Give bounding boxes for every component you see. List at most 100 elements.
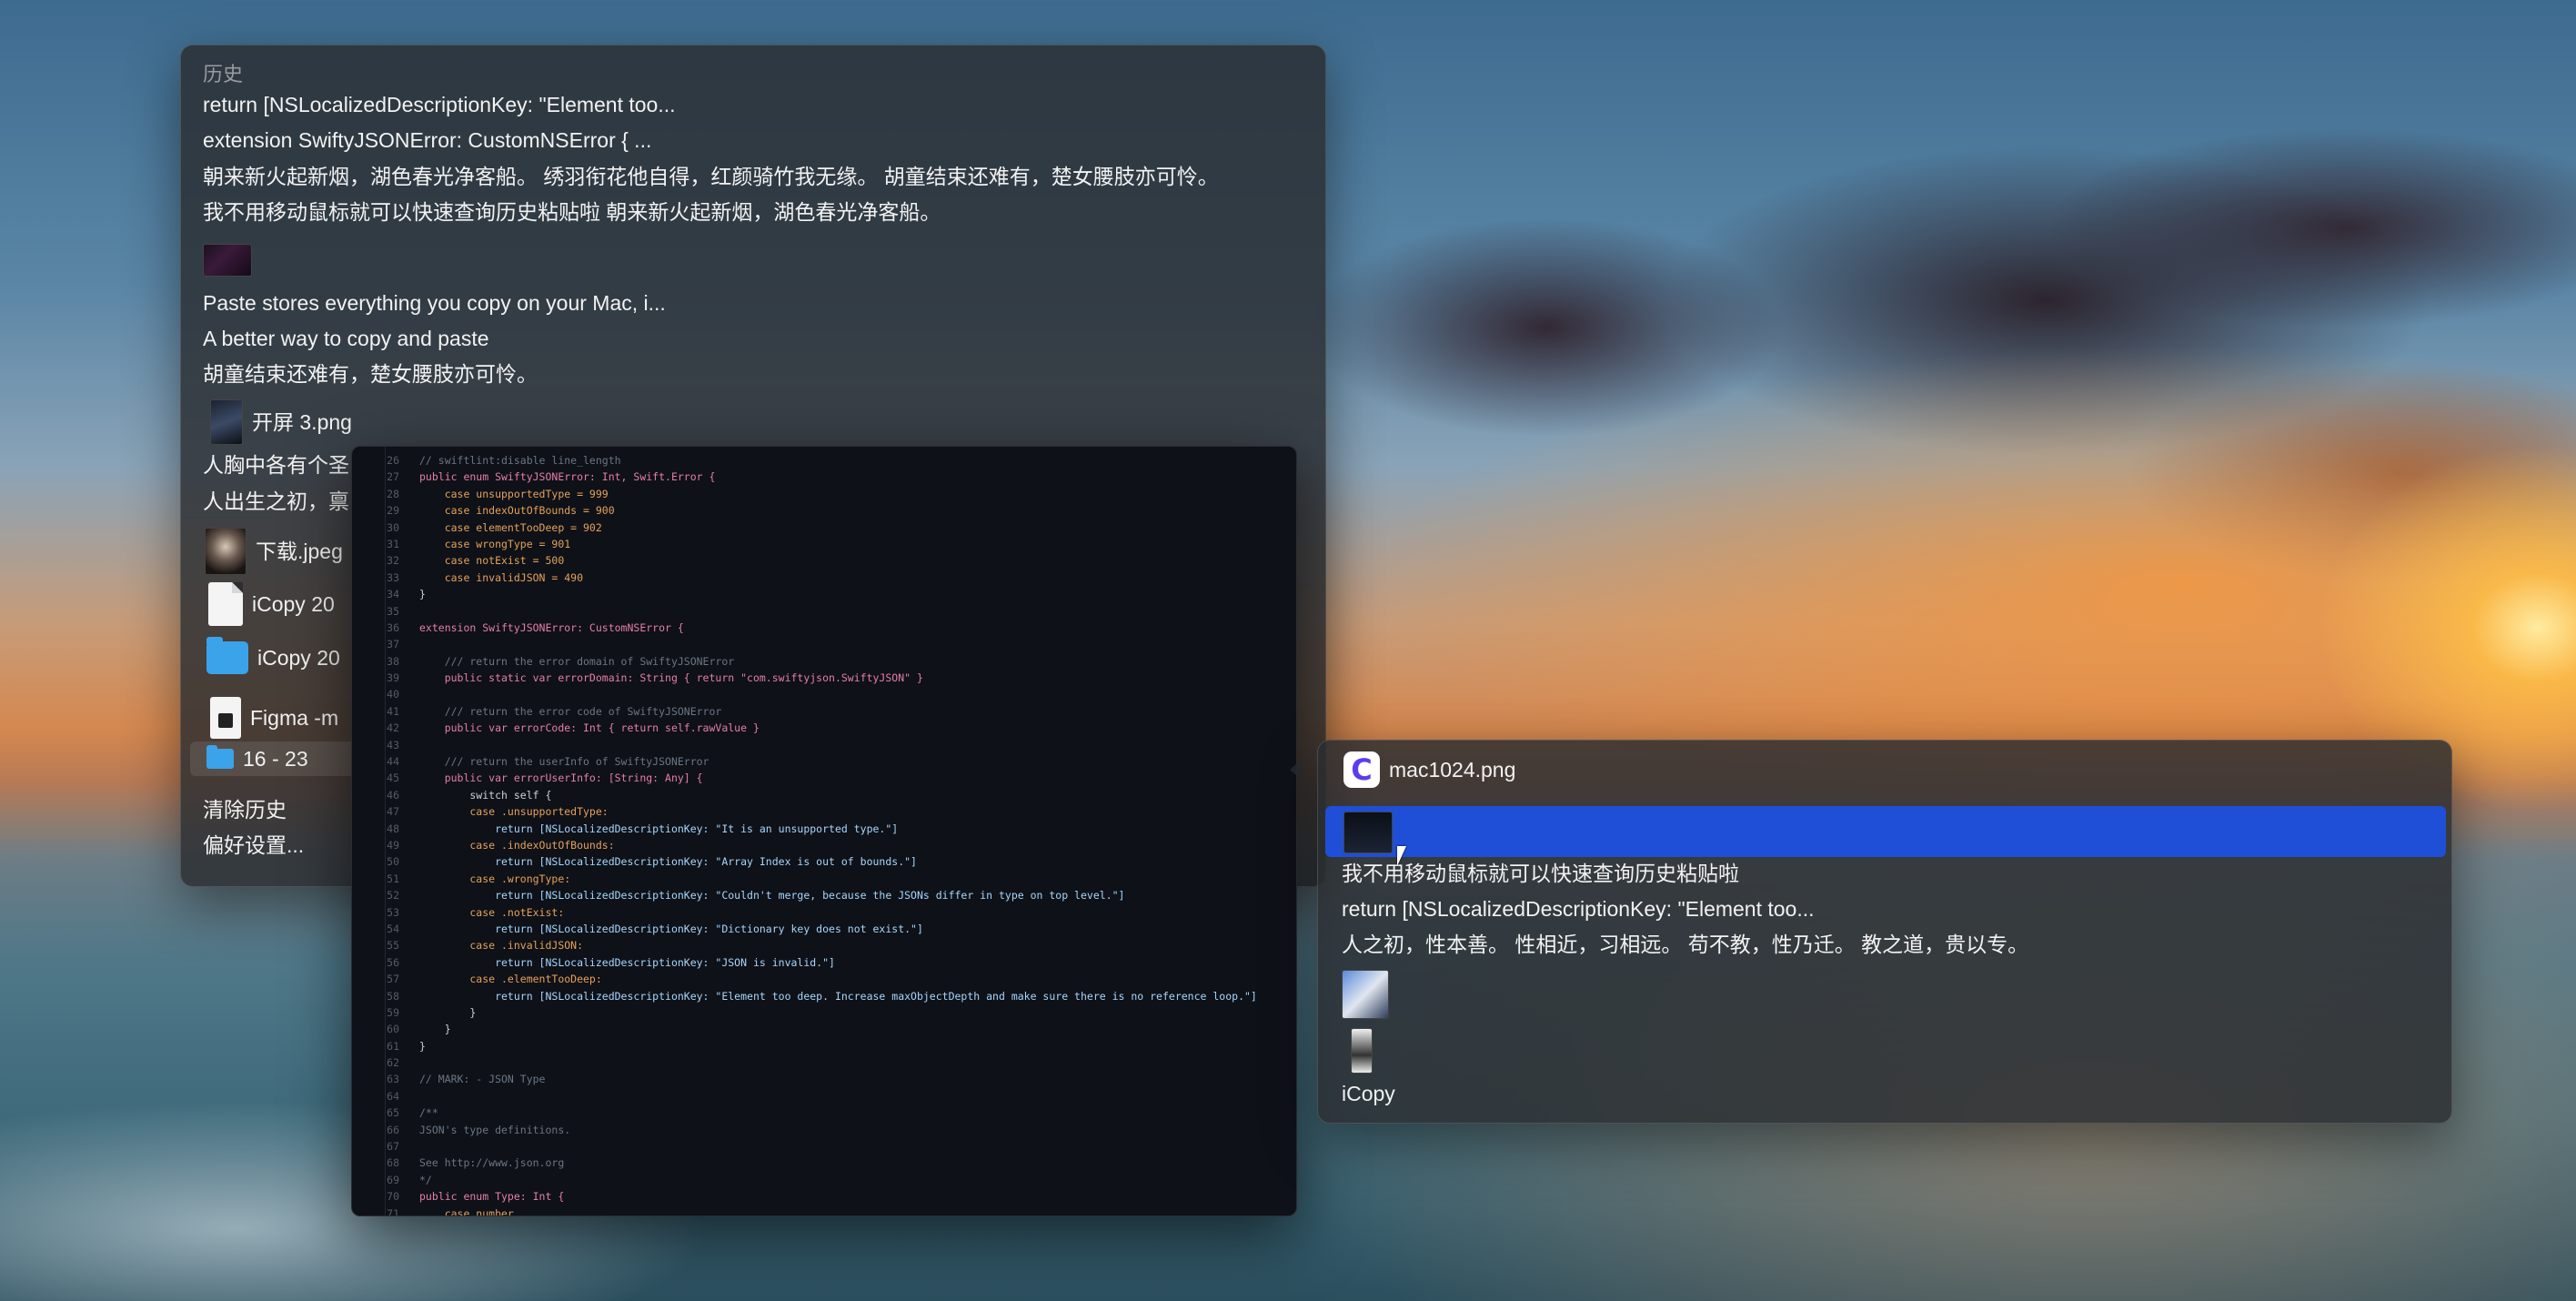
submenu-arrow [1290, 759, 1303, 781]
code-text: case .invalidJSON: [419, 939, 584, 953]
clear-history-button[interactable]: 清除历史 [203, 796, 287, 823]
line-number: 39 [387, 671, 399, 685]
line-number: 65 [387, 1106, 399, 1120]
recent-item[interactable]: 人之初，性本善。 性相近，习相远。 苟不教，性乃迁。 教之道，贵以专。 [1342, 931, 2028, 958]
code-line: 48 return [NSLocalizedDescriptionKey: "I… [352, 821, 1296, 837]
code-line: 36 extension SwiftyJSONError: CustomNSErr… [352, 620, 1296, 636]
history-item[interactable]: 我不用移动鼠标就可以快速查询历史粘贴啦 朝来新火起新烟，湖色春光净客船。 [203, 198, 941, 226]
code-line: 68 See http://www.json.org [352, 1155, 1296, 1171]
recent-items-submenu: C mac1024.png 我不用移动鼠标就可以快速查询历史粘贴啦 return… [1317, 740, 2452, 1124]
history-item[interactable]: extension SwiftyJSONError: CustomNSError… [203, 126, 651, 154]
code-line: 39 public static var errorDomain: String… [352, 670, 1296, 686]
line-number: 53 [387, 905, 399, 919]
history-item-file[interactable]: 开屏 3.png [210, 399, 352, 445]
line-number: 45 [387, 772, 399, 785]
code-line: 53 case .notExist: [352, 904, 1296, 921]
recent-item-image[interactable] [1351, 1028, 1373, 1074]
code-line: 26 // swiftlint:disable line_length [352, 452, 1296, 469]
image-thumbnail [1351, 1028, 1373, 1074]
line-number: 40 [387, 688, 399, 701]
history-item-file[interactable]: 下载.jpeg [205, 528, 343, 575]
recent-item[interactable]: return [NSLocalizedDescriptionKey: "Elem… [1342, 895, 1815, 923]
code-line: 57 case .elementTooDeep: [352, 971, 1296, 987]
line-number: 47 [387, 805, 399, 819]
icopy-app-icon: C [1343, 751, 1380, 788]
code-line: 31 case wrongType = 901 [352, 536, 1296, 552]
folder-icon [206, 745, 234, 769]
code-lines: 26 // swiftlint:disable line_length 27 publ… [352, 452, 1296, 1216]
code-line: 47 case .unsupportedType: [352, 803, 1296, 820]
code-text: public enum SwiftyJSONError: Int, Swift.… [419, 470, 716, 484]
line-number: 70 [387, 1190, 399, 1204]
history-item-file[interactable]: Figma -m [210, 697, 338, 739]
code-line: 69 */ [352, 1172, 1296, 1188]
code-text: return [NSLocalizedDescriptionKey: "Elem… [419, 989, 1257, 1003]
code-text: case wrongType = 901 [419, 537, 571, 550]
code-text: public var errorCode: Int { return self.… [419, 721, 760, 735]
line-number: 62 [387, 1056, 399, 1070]
recent-item-image[interactable] [1342, 970, 1389, 1019]
history-item[interactable]: Paste stores everything you copy on your… [203, 289, 666, 317]
code-line: 46 switch self { [352, 787, 1296, 803]
image-thumbnail [205, 528, 247, 575]
line-number: 56 [387, 955, 399, 969]
history-item-image[interactable] [203, 244, 252, 277]
recent-item[interactable]: iCopy [1342, 1080, 1395, 1107]
history-item[interactable]: 朝来新火起新烟，湖色春光净客船。 绣羽衔花他自得，红颜骑竹我无缘。 胡童结束还难… [203, 163, 1219, 190]
line-number: 26 [387, 454, 399, 467]
history-item[interactable]: 胡童结束还难有，楚女腰肢亦可怜。 [203, 360, 538, 388]
history-item[interactable]: A better way to copy and paste [203, 325, 489, 352]
code-line: 61} [352, 1038, 1296, 1054]
code-line: 33 case invalidJSON = 490 [352, 570, 1296, 586]
code-text: case invalidJSON = 490 [419, 570, 584, 584]
code-line: 52 return [NSLocalizedDescriptionKey: "C… [352, 887, 1296, 903]
history-item-folder[interactable]: 16 - 23 [206, 745, 308, 772]
image-thumbnail [1343, 812, 1393, 853]
history-item[interactable]: 人出生之初，禀 [203, 488, 349, 515]
code-line: 29 case indexOutOfBounds = 900 [352, 502, 1296, 519]
file-name: iCopy 20 [257, 646, 340, 670]
preferences-button[interactable]: 偏好设置... [203, 832, 304, 859]
line-number: 71 [387, 1206, 399, 1216]
line-number: 42 [387, 721, 399, 735]
code-text: return [NSLocalizedDescriptionKey: "Dict… [419, 922, 923, 935]
history-item-folder[interactable]: iCopy 20 [206, 637, 340, 674]
code-text: } [419, 1039, 426, 1053]
line-number: 37 [387, 638, 399, 651]
code-text: case .notExist: [419, 905, 565, 919]
code-line: 59 } [352, 1004, 1296, 1021]
code-text: case .elementTooDeep: [419, 973, 602, 986]
file-name: iCopy 20 [252, 592, 335, 616]
recent-item-selected[interactable] [1325, 806, 2446, 857]
code-text: /// return the error code of SwiftyJSONE… [419, 704, 722, 718]
line-number: 48 [387, 822, 399, 835]
code-line: 66 JSON's type definitions. [352, 1122, 1296, 1138]
history-item-file[interactable]: iCopy 20 [208, 582, 335, 626]
history-item[interactable]: 人胸中各有个圣 [203, 451, 349, 479]
line-number: 41 [387, 704, 399, 718]
line-number: 63 [387, 1073, 399, 1086]
code-text: case .wrongType: [419, 872, 571, 885]
history-item[interactable]: return [NSLocalizedDescriptionKey: "Elem… [203, 91, 676, 118]
code-line: 28 case unsupportedType = 999 [352, 486, 1296, 502]
line-number: 31 [387, 537, 399, 550]
line-number: 66 [387, 1123, 399, 1136]
folder-icon [206, 637, 248, 674]
code-text: } [419, 1005, 477, 1019]
code-text: return [NSLocalizedDescriptionKey: "JSON… [419, 955, 835, 969]
code-text: // MARK: - JSON Type [419, 1073, 546, 1086]
code-text: case .indexOutOfBounds: [419, 838, 615, 852]
mouse-cursor-icon [1397, 846, 1406, 866]
line-number: 28 [387, 487, 399, 500]
document-icon [208, 582, 243, 626]
code-line: 65 /** [352, 1104, 1296, 1121]
code-text: */ [419, 1173, 432, 1186]
code-line: 56 return [NSLocalizedDescriptionKey: "J… [352, 954, 1296, 971]
code-text: /** [419, 1106, 438, 1120]
line-number: 38 [387, 654, 399, 668]
file-name: mac1024.png [1389, 758, 1516, 782]
line-number: 33 [387, 570, 399, 584]
code-text: return [NSLocalizedDescriptionKey: "Coul… [419, 889, 1125, 903]
line-number: 35 [387, 604, 399, 618]
recent-item-file[interactable]: C mac1024.png [1343, 751, 1515, 788]
